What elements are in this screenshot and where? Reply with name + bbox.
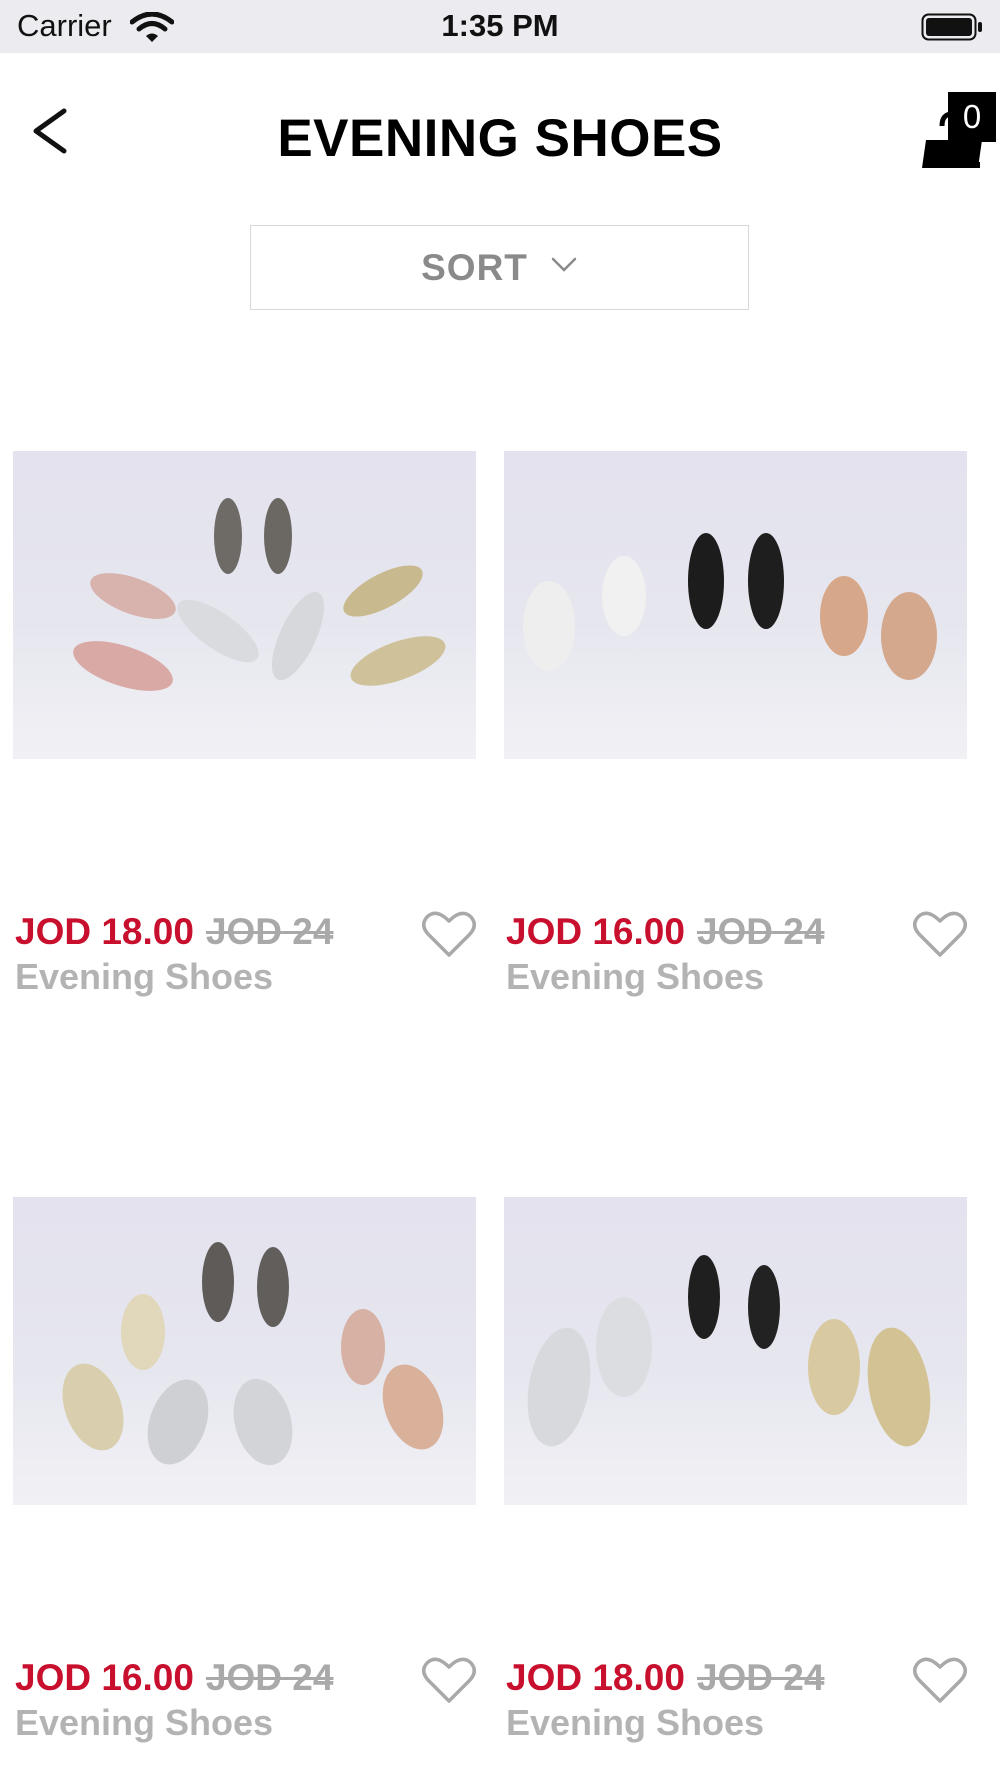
page-title: EVENING SHOES	[277, 109, 723, 168]
product-card[interactable]: JOD 18.00 JOD 24 Evening Shoes	[13, 451, 476, 1011]
price-row: JOD 18.00 JOD 24	[15, 911, 333, 953]
product-card[interactable]: JOD 16.00 JOD 24 Evening Shoes	[13, 1197, 476, 1757]
product-image[interactable]	[504, 1197, 967, 1505]
status-bar: Carrier 1:35 PM	[0, 0, 1000, 53]
product-price: JOD 16.00	[15, 1657, 194, 1698]
sort-label: SORT	[421, 246, 528, 288]
product-name: Evening Shoes	[15, 956, 274, 997]
product-price: JOD 16.00	[506, 911, 685, 952]
price-row: JOD 18.00 JOD 24	[506, 1657, 824, 1699]
product-card[interactable]: JOD 16.00 JOD 24 Evening Shoes	[504, 451, 967, 1011]
heart-outline-icon[interactable]	[422, 909, 476, 959]
product-old-price: JOD 24	[205, 911, 334, 952]
heart-outline-icon[interactable]	[422, 1655, 476, 1705]
heart-outline-icon[interactable]	[913, 909, 967, 959]
product-old-price: JOD 24	[696, 911, 825, 952]
price-row: JOD 16.00 JOD 24	[506, 911, 824, 953]
product-card[interactable]: JOD 18.00 JOD 24 Evening Shoes	[504, 1197, 967, 1757]
product-image[interactable]	[504, 451, 967, 759]
status-time: 1:35 PM	[441, 8, 559, 43]
navigation-bar: EVENING SHOES 0	[0, 53, 1000, 213]
sort-button[interactable]: SORT	[250, 225, 749, 310]
product-image[interactable]	[13, 451, 476, 759]
chevron-down-icon	[551, 257, 577, 272]
product-price: JOD 18.00	[506, 1657, 685, 1698]
product-price: JOD 18.00	[15, 911, 194, 952]
product-old-price: JOD 24	[205, 1657, 334, 1698]
product-name: Evening Shoes	[506, 1702, 765, 1743]
product-old-price: JOD 24	[696, 1657, 825, 1698]
cart-button[interactable]: 0	[918, 92, 1000, 168]
product-name: Evening Shoes	[506, 956, 765, 997]
product-image[interactable]	[13, 1197, 476, 1505]
battery-icon	[921, 13, 982, 41]
product-name: Evening Shoes	[15, 1702, 274, 1743]
price-row: JOD 16.00 JOD 24	[15, 1657, 333, 1699]
heart-outline-icon[interactable]	[913, 1655, 967, 1705]
cart-count-badge: 0	[948, 92, 996, 142]
